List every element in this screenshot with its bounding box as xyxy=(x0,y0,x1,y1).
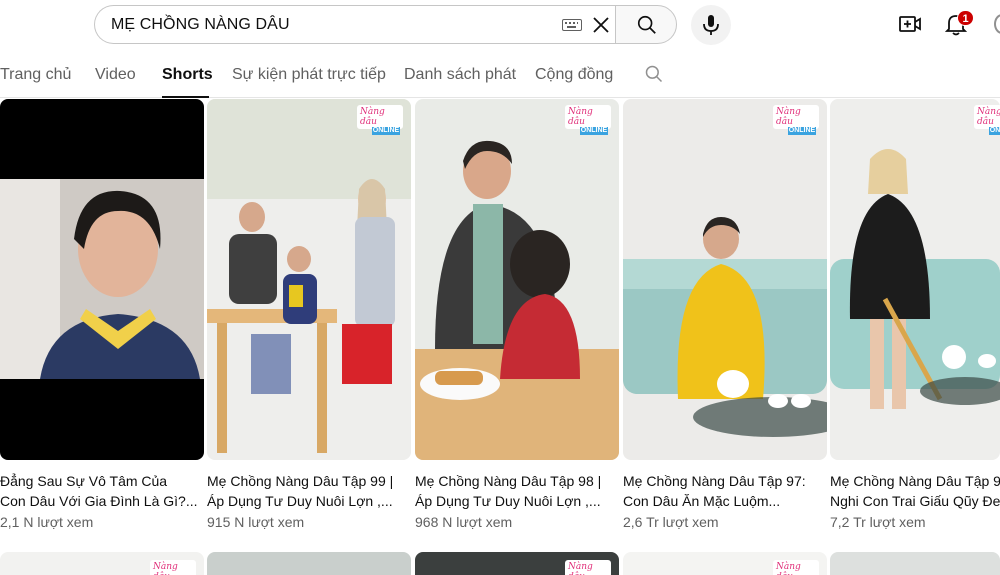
mic-icon xyxy=(703,15,719,35)
channel-watermark-logo: Nàng dâuONLINE xyxy=(773,105,819,135)
view-count: 2,1 N lượt xem xyxy=(0,514,94,530)
short-card[interactable]: Nàng dâu ONLINE Mẹ Chồng Nàng Dâu Tập 98 … xyxy=(415,99,619,530)
short-card[interactable]: Nàng dâuONLINE Mẹ Chồng Nàng Dâu Tập 96N… xyxy=(830,99,1000,530)
keyboard-icon[interactable] xyxy=(562,19,582,31)
short-title[interactable]: Đẳng Sau Sự Vô Tâm Của Con Dâu Với Gia Đì… xyxy=(0,471,200,511)
thumbnail-image xyxy=(623,217,827,437)
search-button[interactable] xyxy=(615,5,677,44)
view-count: 7,2 Tr lượt xem xyxy=(830,514,926,530)
tab-live[interactable]: Sự kiện phát trực tiếp xyxy=(232,66,386,84)
short-thumbnail[interactable]: Nàng dâuONLINE xyxy=(830,99,1000,460)
view-count: 915 N lượt xem xyxy=(207,514,305,530)
thumbnail-image xyxy=(415,140,619,460)
short-thumbnail[interactable]: Nàng dâu xyxy=(415,552,619,575)
short-title[interactable]: Mẹ Chồng Nàng Dâu Tập 96 Nghi Con Trai Gi… xyxy=(830,471,1000,511)
top-bar: MẸ CHỒNG NÀNG DÂU 1 xyxy=(0,0,1000,50)
search-icon xyxy=(637,15,656,34)
short-thumbnail[interactable]: Nàng dâu xyxy=(623,552,827,575)
search-query[interactable]: MẸ CHỒNG NÀNG DÂU xyxy=(111,16,290,34)
notification-count-badge: 1 xyxy=(957,10,974,26)
channel-watermark-logo: Nàng dâu xyxy=(773,560,819,575)
channel-tabs: Trang chủ Video Shorts Sự kiện phát trực… xyxy=(0,50,1000,98)
view-count: 968 N lượt xem xyxy=(415,514,513,530)
tab-videos[interactable]: Video xyxy=(95,66,136,84)
short-thumbnail[interactable]: Nàng dâu xyxy=(0,552,204,575)
channel-watermark-logo: Nàng dâu xyxy=(565,560,611,575)
thumbnail-image xyxy=(830,149,1000,409)
tab-home[interactable]: Trang chủ xyxy=(0,66,71,84)
channel-search-icon[interactable] xyxy=(644,64,664,84)
thumbnail-image xyxy=(207,99,411,453)
channel-watermark-logo: Nàng dâuONLINE xyxy=(974,105,1000,135)
tab-shorts[interactable]: Shorts xyxy=(162,66,213,84)
short-card[interactable]: Nàng dâu ONLINE Mẹ Chồng Nàng Dâu Tập 99 … xyxy=(207,99,411,530)
short-thumbnail[interactable]: Nàng dâuONLINE xyxy=(207,99,411,460)
short-title[interactable]: Mẹ Chồng Nàng Dâu Tập 99 | Áp Dụng Tư Duy… xyxy=(207,471,407,511)
channel-watermark-logo: Nàng dâu xyxy=(150,560,196,575)
clear-search-icon[interactable] xyxy=(589,13,613,37)
short-title[interactable]: Mẹ Chồng Nàng Dâu Tập 97: Con Dâu Ăn Mặc … xyxy=(623,471,823,511)
short-title[interactable]: Mẹ Chồng Nàng Dâu Tập 98 | Áp Dụng Tư Duy… xyxy=(415,471,615,511)
search-input[interactable]: MẸ CHỒNG NÀNG DÂU xyxy=(94,5,616,44)
voice-search-button[interactable] xyxy=(691,5,731,45)
channel-watermark-logo: Nàng dâuONLINE xyxy=(565,105,611,135)
short-card[interactable]: Đẳng Sau Sự Vô Tâm Của Con Dâu Với Gia Đì… xyxy=(0,99,204,530)
channel-watermark-logo: Nàng dâuONLINE xyxy=(357,105,403,135)
short-card[interactable]: Nàng dâu ONLINE Mẹ Chồng Nàng Dâu Tập 97:… xyxy=(623,99,827,530)
active-tab-indicator xyxy=(162,96,209,98)
short-thumbnail[interactable]: Nàng dâuONLINE xyxy=(415,99,619,460)
short-thumbnail[interactable]: Nàng dâuONLINE xyxy=(623,99,827,460)
thumbnail-image xyxy=(0,179,204,379)
tab-playlists[interactable]: Danh sách phát xyxy=(404,66,516,84)
short-thumbnail[interactable] xyxy=(207,552,411,575)
short-thumbnail[interactable] xyxy=(830,552,1000,575)
tab-community[interactable]: Cộng đồng xyxy=(535,66,613,84)
short-thumbnail[interactable] xyxy=(0,99,204,460)
create-video-icon[interactable] xyxy=(898,13,922,35)
avatar[interactable] xyxy=(994,14,1000,34)
view-count: 2,6 Tr lượt xem xyxy=(623,514,719,530)
